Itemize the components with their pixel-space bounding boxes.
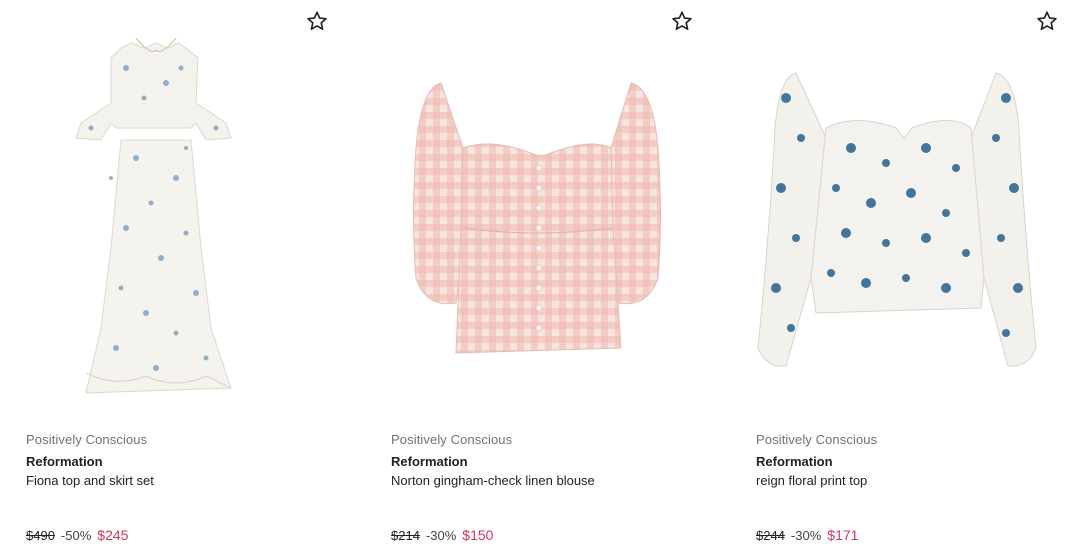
product-image-dress-set <box>75 37 232 394</box>
product-tag: Positively Conscious <box>26 432 148 447</box>
original-price: $244 <box>756 528 785 543</box>
sale-price: $171 <box>827 527 859 543</box>
original-price: $490 <box>26 528 55 543</box>
product-image-link[interactable] <box>756 28 1056 408</box>
sale-price: $245 <box>97 527 129 543</box>
sale-price: $150 <box>462 527 494 543</box>
product-image-floral-top <box>757 72 1037 367</box>
product-brand[interactable]: Reformation <box>391 454 468 469</box>
product-image-link[interactable] <box>26 28 326 408</box>
product-name[interactable]: Fiona top and skirt set <box>26 473 154 488</box>
product-brand[interactable]: Reformation <box>26 454 103 469</box>
product-tag: Positively Conscious <box>391 432 513 447</box>
price-row: $214 -30% $150 <box>391 527 493 543</box>
product-card[interactable]: Positively Conscious Reformation Fiona t… <box>26 0 366 553</box>
product-brand[interactable]: Reformation <box>756 454 833 469</box>
price-row: $490 -50% $245 <box>26 527 128 543</box>
product-image-gingham-blouse <box>413 82 661 354</box>
product-card[interactable]: Positively Conscious Reformation reign f… <box>756 0 1080 553</box>
discount-badge: -30% <box>425 528 457 543</box>
discount-badge: -50% <box>60 528 92 543</box>
product-card[interactable]: Positively Conscious Reformation Norton … <box>391 0 731 553</box>
discount-badge: -30% <box>790 528 822 543</box>
product-grid: Positively Conscious Reformation Fiona t… <box>0 0 1080 553</box>
price-row: $244 -30% $171 <box>756 527 858 543</box>
product-tag: Positively Conscious <box>756 432 878 447</box>
product-name[interactable]: Norton gingham-check linen blouse <box>391 473 595 488</box>
product-name[interactable]: reign floral print top <box>756 473 867 488</box>
product-image-link[interactable] <box>391 28 691 408</box>
original-price: $214 <box>391 528 420 543</box>
